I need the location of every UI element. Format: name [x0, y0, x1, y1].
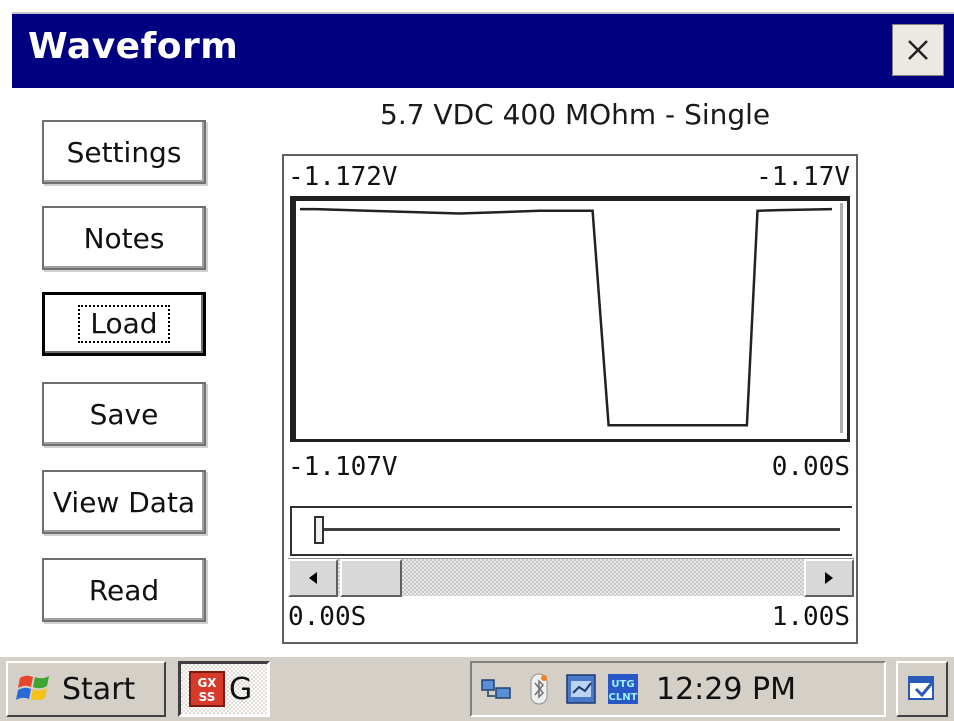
window-title: Waveform	[28, 26, 239, 67]
save-button-label: Save	[89, 397, 159, 431]
scroll-left-button[interactable]	[288, 559, 338, 597]
taskbar-app-label: G	[229, 671, 253, 707]
device-screen: Waveform 5.7 VDC 400 MOhm - Single Setti…	[0, 0, 954, 721]
settings-button[interactable]: Settings	[42, 120, 206, 184]
close-button[interactable]	[892, 24, 944, 76]
close-icon	[908, 40, 928, 60]
read-button[interactable]: Read	[42, 558, 206, 622]
position-slider[interactable]	[290, 506, 852, 556]
settings-button-label: Settings	[66, 135, 182, 169]
sync-icon[interactable]	[564, 672, 598, 706]
start-button[interactable]: Start	[6, 661, 166, 717]
plot-top-left-label: -1.172V	[288, 162, 398, 192]
show-desktop-button[interactable]	[896, 661, 948, 717]
svg-text:CLNT: CLNT	[609, 692, 638, 703]
load-button-label: Load	[78, 304, 170, 344]
notes-button[interactable]: Notes	[42, 206, 206, 270]
scrollbar-thumb[interactable]	[340, 559, 402, 597]
load-button[interactable]: Load	[42, 292, 206, 356]
clock[interactable]: 12:29 PM	[656, 672, 796, 707]
measurement-subtitle: 5.7 VDC 400 MOhm - Single	[380, 98, 771, 131]
start-label: Start	[62, 671, 136, 707]
waveform-panel: -1.172V -1.17V -1.107V 0.00S 0.00S 1.00S	[282, 154, 858, 644]
window-titlebar: Waveform	[12, 12, 954, 88]
svg-text:SS: SS	[199, 690, 216, 704]
horizontal-scrollbar[interactable]	[288, 558, 854, 597]
taskbar: Start GX SS G UTG CLNT 12:29 PM	[0, 655, 954, 721]
plot-right-edge	[840, 203, 843, 433]
utg-client-icon[interactable]: UTG CLNT	[606, 672, 640, 706]
notes-button-label: Notes	[83, 221, 165, 255]
view-data-button[interactable]: View Data	[42, 470, 206, 534]
scroll-right-button[interactable]	[804, 559, 854, 597]
save-button[interactable]: Save	[42, 382, 206, 446]
svg-text:UTG: UTG	[611, 679, 634, 690]
svg-text:GX: GX	[197, 676, 217, 690]
view-data-button-label: View Data	[52, 485, 196, 519]
waveform-plot	[290, 196, 850, 442]
gxss-app-icon: GX SS	[189, 671, 225, 707]
bluetooth-icon[interactable]	[522, 672, 556, 706]
read-button-label: Read	[88, 573, 160, 607]
desktop-icon	[908, 676, 934, 700]
waveform-chart	[300, 203, 843, 433]
top-edge	[0, 0, 954, 12]
plot-bottom-left-label: -1.107V	[288, 452, 398, 482]
waveform-series-line	[300, 207, 833, 427]
plot-bottom-right-label: 0.00S	[771, 452, 850, 482]
plot-top-right-label: -1.17V	[756, 162, 850, 192]
scroll-start-label: 0.00S	[288, 602, 367, 632]
arrow-left-icon	[309, 572, 317, 584]
system-tray: UTG CLNT 12:29 PM	[470, 661, 886, 717]
windows-flag-icon	[16, 675, 49, 701]
slider-thumb[interactable]	[314, 516, 324, 544]
network-icon[interactable]	[480, 672, 514, 706]
slider-track	[320, 528, 840, 531]
arrow-right-icon	[825, 572, 833, 584]
taskbar-app-button[interactable]: GX SS G	[178, 661, 270, 717]
scroll-end-label: 1.00S	[771, 602, 850, 632]
